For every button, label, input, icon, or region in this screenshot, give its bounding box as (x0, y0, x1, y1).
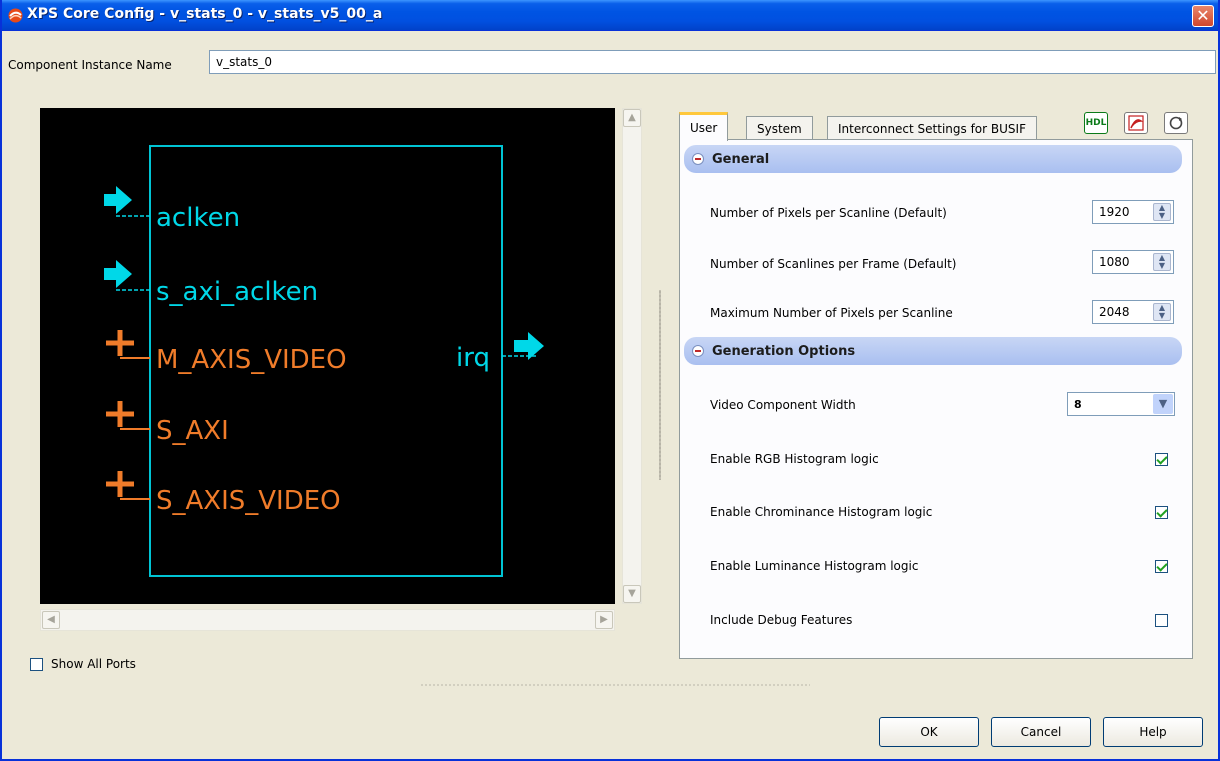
scroll-down-icon[interactable]: ▼ (623, 585, 641, 603)
max-pixels-per-scanline-spinner[interactable]: 2048 ▲ ▼ (1092, 300, 1174, 324)
debug-features-checkbox[interactable] (1155, 614, 1168, 627)
section-generation-options[interactable]: Generation Options (684, 337, 1182, 365)
collapse-icon[interactable] (692, 345, 704, 357)
pin-label: aclken (156, 203, 240, 233)
dialog-window: XPS Core Config - v_stats_0 - v_stats_v5… (0, 0, 1220, 761)
pin-label: s_axi_aclken (156, 277, 318, 307)
core-symbol-canvas: aclken s_axi_aclken M_AXIS_VIDEO S_AXI S_AXI… (40, 108, 615, 604)
scanlines-per-frame-spinner[interactable]: 1080 ▲ ▼ (1092, 250, 1174, 274)
section-generation-options-title: Generation Options (712, 343, 856, 359)
scanlines-per-frame-value: 1080 (1099, 255, 1130, 269)
collapse-icon[interactable] (692, 153, 704, 165)
cancel-button[interactable]: Cancel (991, 717, 1091, 747)
core-symbol-diagram: aclken s_axi_aclken M_AXIS_VIDEO S_AXI S_AXI… (104, 145, 544, 577)
tab-user[interactable]: User (679, 112, 729, 141)
param-label-scanlines-per-frame: Number of Scanlines per Frame (Default) (710, 257, 957, 271)
max-pixels-per-scanline-value: 2048 (1099, 305, 1130, 319)
scroll-left-icon[interactable]: ◀ (42, 611, 60, 629)
user-parameters-panel: General Number of Pixels per Scanline (D… (679, 139, 1193, 659)
spinner-updown-icon[interactable]: ▲ ▼ (1153, 253, 1171, 271)
canvas-horizontal-scrollbar[interactable]: ◀ ▶ (40, 609, 615, 631)
section-general-title: General (712, 151, 770, 167)
param-label-chrominance-histogram: Enable Chrominance Histogram logic (710, 505, 933, 519)
chevron-down-icon[interactable]: ▼ (1153, 394, 1173, 414)
rgb-histogram-checkbox[interactable] (1155, 453, 1168, 466)
param-label-max-pixels-per-scanline: Maximum Number of Pixels per Scanline (710, 306, 953, 320)
pin-label: S_AXIS_VIDEO (156, 486, 341, 516)
pixels-per-scanline-value: 1920 (1099, 205, 1130, 219)
close-icon[interactable]: ✕ (1192, 5, 1214, 27)
ok-button[interactable]: OK (879, 717, 979, 747)
pin-arrow-icon (104, 260, 132, 288)
pin-label: S_AXI (156, 416, 229, 446)
section-general[interactable]: General (684, 145, 1182, 173)
luminance-histogram-checkbox[interactable] (1155, 560, 1168, 573)
param-label-luminance-histogram: Enable Luminance Histogram logic (710, 559, 919, 573)
refresh-icon[interactable] (1164, 112, 1188, 134)
vertical-splitter[interactable] (659, 290, 661, 480)
refresh-glyph-icon (1169, 116, 1183, 130)
spinner-updown-icon[interactable]: ▲ ▼ (1153, 203, 1171, 221)
show-all-ports-row: Show All Ports (30, 657, 136, 671)
pin-label: irq (456, 343, 490, 373)
instance-name-input[interactable] (209, 50, 1216, 74)
title-bar[interactable]: XPS Core Config - v_stats_0 - v_stats_v5… (2, 0, 1218, 31)
show-all-ports-label: Show All Ports (51, 657, 136, 671)
tab-interconnect-settings[interactable]: Interconnect Settings for BUSIF (827, 116, 1037, 140)
video-component-width-value: 8 (1074, 398, 1082, 411)
canvas-vertical-scrollbar[interactable]: ▲ ▼ (622, 108, 642, 604)
spinner-updown-icon[interactable]: ▲ ▼ (1153, 303, 1171, 321)
horizontal-splitter[interactable] (420, 684, 810, 686)
show-all-ports-checkbox[interactable] (30, 657, 43, 671)
param-label-video-component-width: Video Component Width (710, 398, 856, 412)
pin-label: M_AXIS_VIDEO (156, 345, 347, 375)
param-label-debug-features: Include Debug Features (710, 613, 853, 627)
pixels-per-scanline-spinner[interactable]: 1920 ▲ ▼ (1092, 200, 1174, 224)
pin-arrow-icon (514, 332, 544, 360)
pin-arrow-icon (104, 186, 132, 214)
pdf-icon[interactable] (1124, 112, 1148, 134)
app-logo-icon (8, 8, 23, 23)
scroll-up-icon[interactable]: ▲ (623, 109, 641, 127)
chrominance-histogram-checkbox[interactable] (1155, 506, 1168, 519)
param-label-rgb-histogram: Enable RGB Histogram logic (710, 452, 879, 466)
tab-system[interactable]: System (746, 116, 813, 140)
help-button[interactable]: Help (1103, 717, 1203, 747)
video-component-width-select[interactable]: 8 ▼ (1067, 392, 1175, 416)
pdf-glyph-icon (1128, 115, 1144, 131)
instance-name-label: Component Instance Name (8, 58, 172, 72)
param-label-pixels-per-scanline: Number of Pixels per Scanline (Default) (710, 206, 947, 220)
scroll-right-icon[interactable]: ▶ (595, 611, 613, 629)
hdl-icon[interactable]: HDL (1084, 112, 1108, 134)
window-title: XPS Core Config - v_stats_0 - v_stats_v5… (27, 6, 383, 22)
